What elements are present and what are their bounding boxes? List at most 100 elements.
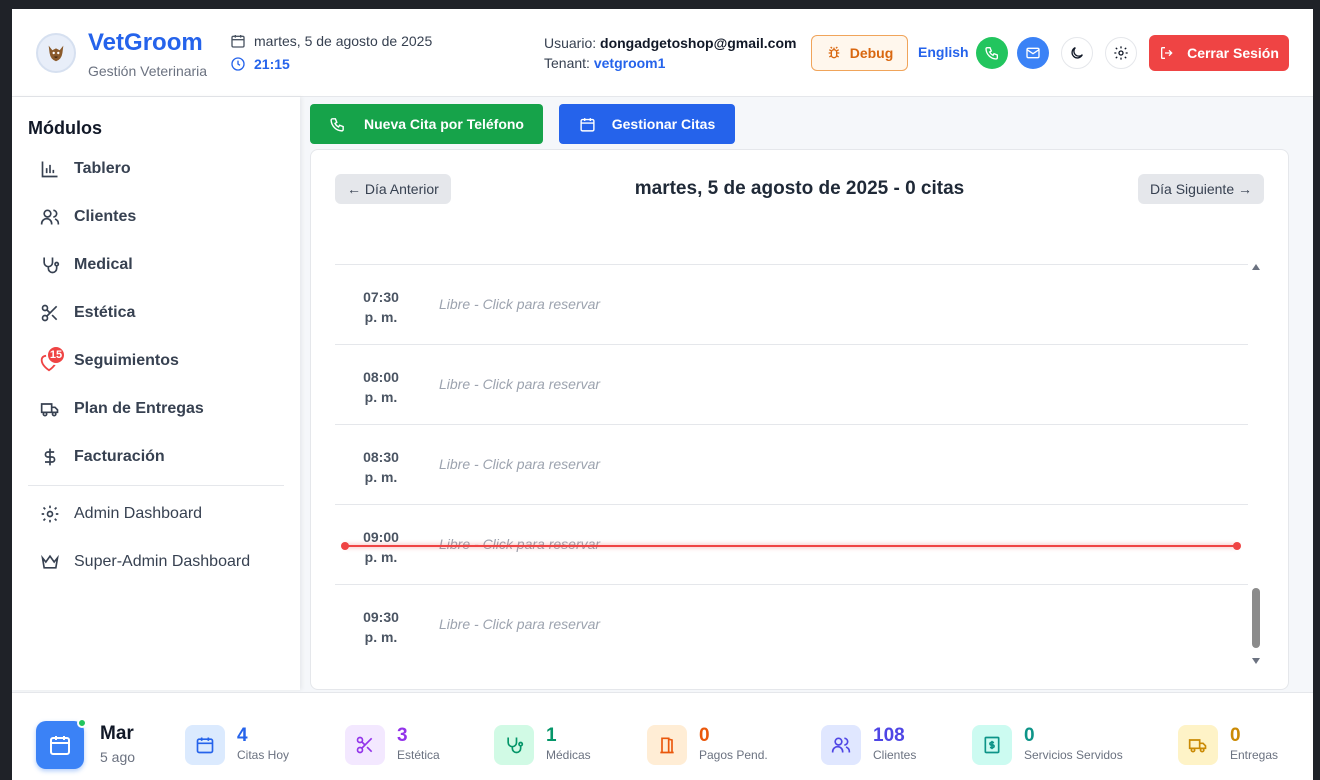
- new-phone-appointment-button[interactable]: Nueva Cita por Teléfono: [310, 104, 543, 144]
- slot-period: p. m.: [364, 469, 398, 485]
- slot-period: p. m.: [364, 629, 398, 645]
- header-date-text: martes, 5 de agosto de 2025: [254, 33, 433, 49]
- crown-icon: [41, 554, 59, 569]
- email-button[interactable]: [1017, 37, 1049, 69]
- clock-icon: [231, 57, 245, 71]
- stat-pagos-pendientes: 0 Pagos Pend.: [647, 725, 768, 765]
- schedule-scrollbar[interactable]: [1249, 264, 1263, 664]
- stat-label: Citas Hoy: [237, 748, 290, 762]
- sidebar-item-label: Facturación: [74, 448, 165, 465]
- user-label: Usuario:: [544, 35, 597, 51]
- slot-time: 08:30 p. m.: [335, 447, 427, 487]
- moon-icon: [1071, 47, 1083, 59]
- sidebar-item-estetica[interactable]: Estética: [28, 293, 284, 333]
- sidebar-item-label: Super-Admin Dashboard: [74, 553, 251, 570]
- scroll-up-arrow-icon[interactable]: [1252, 264, 1260, 270]
- scissors-icon: [41, 304, 58, 322]
- new-phone-appointment-label: Nueva Cita por Teléfono: [364, 116, 524, 132]
- calendar-icon: [580, 117, 595, 132]
- sidebar-title: Módulos: [28, 118, 102, 138]
- debug-button[interactable]: Debug: [811, 35, 908, 71]
- user-email: dongadgetoshop@gmail.com: [600, 35, 797, 51]
- brand-subtitle: Gestión Veterinaria: [88, 63, 208, 79]
- current-time-indicator: [341, 542, 1241, 550]
- sidebar-item-seguimientos[interactable]: 15 Seguimientos: [28, 341, 284, 381]
- today-day-name: Mar: [100, 723, 134, 744]
- logo: [36, 33, 76, 73]
- stat-value: 108: [873, 725, 905, 746]
- phone-button[interactable]: [976, 37, 1008, 69]
- sidebar-item-label: Seguimientos: [74, 352, 179, 369]
- stat-servicios-servidos: 0 Servicios Servidos: [972, 725, 1123, 765]
- brand-name: VetGroom: [88, 29, 203, 56]
- receipt-icon: [972, 725, 1012, 765]
- stat-estetica: 3 Estética: [345, 725, 440, 765]
- slot-hour: 08:30: [363, 449, 399, 465]
- calendar-icon: [231, 35, 245, 48]
- sidebar-item-admin-dashboard[interactable]: Admin Dashboard: [28, 494, 284, 534]
- language-toggle[interactable]: English: [918, 44, 969, 60]
- slot-status[interactable]: Libre - Click para reservar: [439, 456, 600, 472]
- notification-badge: 15: [46, 345, 66, 365]
- truck-icon: [40, 403, 59, 417]
- sidebar-item-clientes[interactable]: Clientes: [28, 197, 284, 237]
- sidebar-item-label: Medical: [74, 256, 133, 273]
- current-time-dot: [1233, 542, 1241, 550]
- sidebar-item-label: Admin Dashboard: [74, 505, 203, 522]
- debug-label: Debug: [849, 45, 894, 61]
- sidebar-item-medical[interactable]: Medical: [28, 245, 284, 285]
- scrollbar-thumb[interactable]: [1252, 588, 1260, 648]
- sidebar-item-facturacion[interactable]: Facturación: [28, 437, 284, 477]
- time-slot-list: 07:30 p. m. Libre - Click para reservar 0…: [335, 264, 1248, 665]
- slot-status[interactable]: Libre - Click para reservar: [439, 376, 600, 392]
- today-calendar-badge: [36, 718, 87, 769]
- stat-label: Clientes: [873, 748, 917, 762]
- top-header: VetGroom Gestión Veterinaria martes, 5 d…: [12, 9, 1313, 97]
- sidebar-divider: [28, 485, 284, 486]
- dollar-icon: [44, 448, 56, 466]
- online-status-dot: [77, 718, 87, 728]
- logout-icon: [1161, 47, 1173, 59]
- sidebar-item-super-admin-dashboard[interactable]: Super-Admin Dashboard: [28, 542, 284, 582]
- sidebar-item-label: Clientes: [74, 208, 137, 225]
- time-slot[interactable]: 08:00 p. m. Libre - Click para reservar: [335, 345, 1248, 425]
- bar-chart-icon: [41, 161, 58, 178]
- time-slot[interactable]: 08:30 p. m. Libre - Click para reservar: [335, 425, 1248, 505]
- truck-icon: [1178, 725, 1218, 765]
- today-date: 5 ago: [100, 749, 136, 765]
- manage-appointments-button[interactable]: Gestionar Citas: [559, 104, 735, 144]
- dark-mode-toggle[interactable]: [1061, 37, 1093, 69]
- sidebar-item-label: Plan de Entregas: [74, 400, 204, 417]
- settings-button[interactable]: [1105, 37, 1137, 69]
- stat-label: Pagos Pend.: [699, 748, 768, 762]
- stat-value: 3: [397, 725, 408, 746]
- slot-time: 09:30 p. m.: [335, 607, 427, 647]
- app-window: VetGroom Gestión Veterinaria martes, 5 d…: [12, 9, 1313, 780]
- users-icon: [821, 725, 861, 765]
- sidebar-item-label: Estética: [74, 304, 136, 321]
- next-day-button[interactable]: Día Siguiente →: [1138, 174, 1264, 204]
- sidebar-item-tablero[interactable]: Tablero: [28, 149, 284, 189]
- gear-icon: [41, 505, 59, 523]
- stat-value: 0: [699, 725, 710, 746]
- phone-icon: [985, 47, 998, 60]
- scroll-down-arrow-icon[interactable]: [1252, 658, 1260, 664]
- slot-status[interactable]: Libre - Click para reservar: [439, 616, 600, 632]
- slot-period: p. m.: [364, 389, 398, 405]
- slot-period: p. m.: [364, 549, 398, 565]
- sidebar-item-plan-entregas[interactable]: Plan de Entregas: [28, 389, 284, 429]
- time-slot[interactable]: 09:30 p. m. Libre - Click para reservar: [335, 585, 1248, 665]
- mail-icon: [1026, 47, 1040, 59]
- stat-label: Entregas: [1230, 748, 1279, 762]
- logout-button[interactable]: Cerrar Sesión: [1149, 35, 1289, 71]
- slot-status[interactable]: Libre - Click para reservar: [439, 536, 600, 552]
- time-slot[interactable]: 07:30 p. m. Libre - Click para reservar: [335, 265, 1248, 345]
- stat-value: 1: [546, 725, 557, 746]
- heart-icon-wrap: 15: [40, 345, 66, 372]
- tenant-label: Tenant:: [544, 55, 590, 71]
- user-info: Usuario: dongadgetoshop@gmail.com: [544, 35, 796, 51]
- sidebar: Módulos Tablero Clientes Medical Estétic…: [12, 97, 300, 690]
- tenant-name: vetgroom1: [593, 55, 666, 71]
- stat-entregas: 0 Entregas: [1178, 725, 1278, 765]
- slot-status[interactable]: Libre - Click para reservar: [439, 296, 600, 312]
